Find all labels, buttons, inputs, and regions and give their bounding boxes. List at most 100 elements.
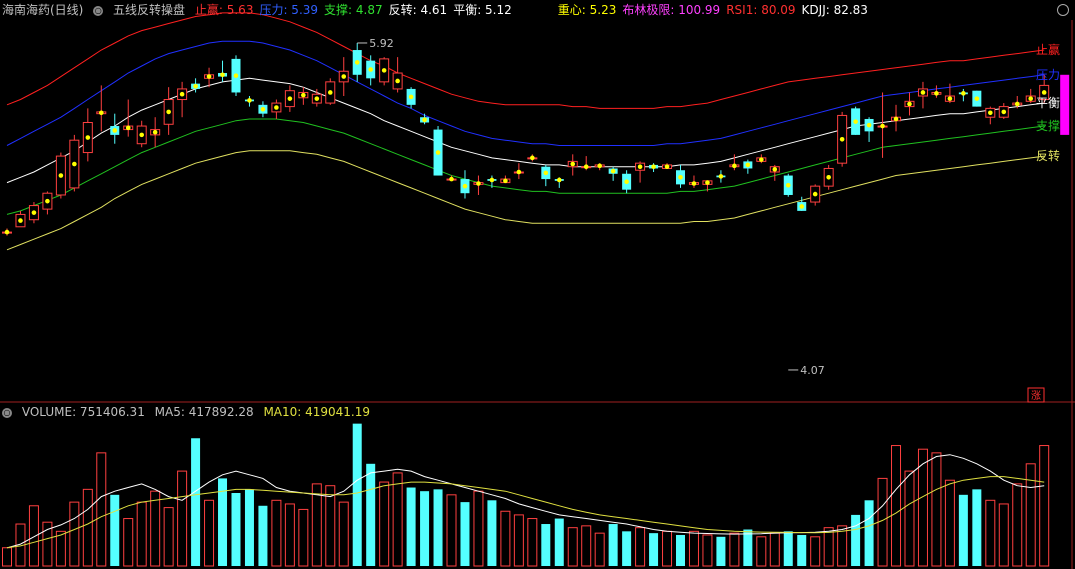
candle — [366, 55, 376, 86]
annotation-label: 5.92 — [369, 37, 394, 50]
volume-toggle-icon[interactable]: ○ — [2, 407, 12, 418]
center-dot — [637, 164, 643, 169]
volume-bar — [743, 529, 753, 566]
candle — [271, 99, 282, 119]
volume-bar — [729, 532, 740, 567]
candle — [460, 170, 470, 199]
volume-bar — [487, 500, 497, 566]
indicator-toggle-icon[interactable]: ○ — [93, 5, 104, 16]
candle — [136, 120, 147, 148]
center-dot — [85, 135, 91, 140]
center-dot — [732, 163, 737, 169]
center-dot — [772, 167, 778, 172]
candle — [352, 42, 362, 82]
volume-bar — [823, 527, 834, 567]
center-dot — [449, 176, 454, 182]
candle — [338, 57, 349, 96]
center-dot — [98, 110, 104, 116]
band-line-zhicheng — [6, 118, 1045, 215]
indicator-item-0: 止赢: 5.63 — [194, 3, 254, 17]
candle — [594, 163, 605, 171]
center-dot — [1028, 96, 1034, 101]
center-dot — [624, 179, 629, 185]
volume-bar — [944, 479, 955, 567]
volume-bar — [110, 494, 120, 566]
center-dot — [31, 210, 37, 215]
center-dot — [206, 74, 212, 79]
volume-bar — [191, 438, 201, 566]
indicator-item2-1: 布林极限: 100.99 — [622, 3, 721, 17]
center-dot — [530, 155, 535, 161]
volume-bar — [891, 445, 902, 567]
settings-gear-icon[interactable] — [1057, 4, 1069, 16]
volume-bar — [1039, 445, 1050, 567]
center-dot — [651, 164, 656, 169]
center-dot — [745, 162, 751, 168]
candle — [958, 88, 968, 102]
indicator-values: 止赢: 5.63 压力: 5.39 支撑: 4.87 反转: 4.61 平衡: 5.12… — [195, 3, 874, 17]
center-dot — [489, 177, 495, 183]
center-dot — [839, 137, 845, 142]
center-dot — [556, 177, 562, 183]
volume-bar — [998, 503, 1009, 567]
band-line-yali — [6, 40, 1045, 146]
candle — [917, 81, 928, 109]
candle — [581, 156, 592, 171]
volume-bar — [352, 423, 362, 566]
volume-bar — [769, 532, 780, 567]
candle — [15, 210, 26, 228]
candle — [864, 117, 874, 142]
center-dot — [287, 96, 293, 101]
volume-bar — [581, 525, 592, 567]
volume-ma10-line — [6, 476, 1045, 549]
volume-ma5: MA5: 417892.28 — [154, 405, 254, 419]
candle — [891, 104, 902, 132]
volume-bar — [392, 472, 403, 567]
candle — [662, 163, 673, 169]
candle — [769, 164, 780, 181]
indicator-item2-2: RSI1: 80.09 — [726, 3, 796, 17]
volume-bar — [554, 518, 564, 566]
annotation-label: 4.07 — [800, 364, 825, 377]
volume-bar — [473, 490, 484, 567]
center-dot — [866, 122, 872, 128]
candle — [823, 164, 834, 190]
center-dot — [260, 106, 266, 112]
candle — [218, 60, 228, 82]
candle — [567, 154, 578, 176]
volume-bar — [258, 505, 268, 566]
volume-bar — [406, 487, 416, 566]
candle — [810, 184, 821, 206]
volume-bar — [311, 483, 322, 567]
candle — [2, 228, 12, 236]
center-dot — [1014, 101, 1020, 107]
volume-bar — [244, 489, 254, 566]
volume-bar — [298, 508, 309, 567]
candle — [985, 106, 996, 125]
center-dot — [220, 72, 225, 78]
volume-bar — [783, 531, 793, 566]
center-dot — [1041, 90, 1047, 95]
center-dot — [247, 98, 252, 103]
stock-chart[interactable]: 5.92 4.07 止赢压力平衡支撑反转涨 — [0, 0, 1075, 569]
volume-bar — [325, 485, 336, 567]
volume-bar — [635, 527, 646, 567]
candle — [797, 196, 807, 211]
volume-bar — [688, 530, 699, 567]
volume-bar — [420, 491, 430, 566]
volume-bar — [123, 518, 134, 567]
center-dot — [166, 109, 171, 115]
candle — [716, 170, 726, 183]
volume-bar — [500, 510, 511, 567]
corner-badge: 涨 — [1031, 390, 1041, 402]
volume-bar — [231, 493, 241, 566]
volume-bar — [649, 533, 659, 566]
center-dot — [274, 105, 279, 110]
volume-bar — [204, 499, 215, 567]
volume-bar — [864, 500, 874, 566]
center-dot — [583, 164, 589, 169]
volume-bar — [338, 501, 349, 567]
center-dot — [974, 96, 980, 101]
center-dot — [664, 164, 670, 169]
candle — [500, 175, 511, 184]
